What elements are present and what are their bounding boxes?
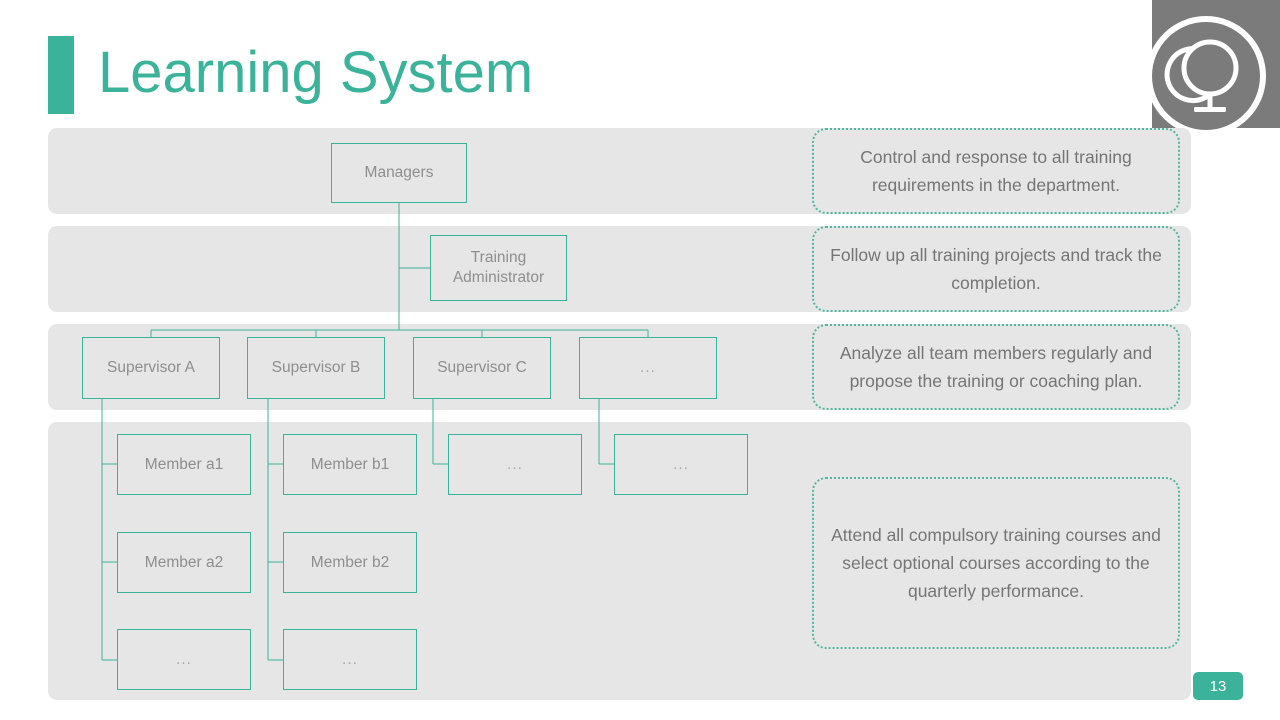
- page-title: Learning System: [98, 40, 534, 105]
- org-node-member-d-more[interactable]: ...: [614, 434, 748, 495]
- page-number-badge: 13: [1193, 672, 1243, 700]
- org-node-member-b2[interactable]: Member b2: [283, 532, 417, 593]
- org-node-supervisor-more[interactable]: ...: [579, 337, 717, 399]
- callout-supervisors: Analyze all team members regularly and p…: [812, 324, 1180, 410]
- org-node-member-b-more[interactable]: ...: [283, 629, 417, 690]
- org-node-member-a2[interactable]: Member a2: [117, 532, 251, 593]
- org-node-member-b1[interactable]: Member b1: [283, 434, 417, 495]
- globe-icon: [1152, 22, 1260, 130]
- org-node-supervisor-b[interactable]: Supervisor B: [247, 337, 385, 399]
- callout-members: Attend all compulsory training courses a…: [812, 477, 1180, 649]
- title-accent-bar: [48, 36, 74, 114]
- org-node-member-a-more[interactable]: ...: [117, 629, 251, 690]
- callout-managers: Control and response to all training req…: [812, 128, 1180, 214]
- org-node-managers[interactable]: Managers: [331, 143, 467, 203]
- callout-training-administrator: Follow up all training projects and trac…: [812, 226, 1180, 312]
- org-node-member-a1[interactable]: Member a1: [117, 434, 251, 495]
- org-node-training-administrator[interactable]: Training Administrator: [430, 235, 567, 301]
- org-node-supervisor-c[interactable]: Supervisor C: [413, 337, 551, 399]
- org-node-supervisor-a[interactable]: Supervisor A: [82, 337, 220, 399]
- org-node-member-c-more[interactable]: ...: [448, 434, 582, 495]
